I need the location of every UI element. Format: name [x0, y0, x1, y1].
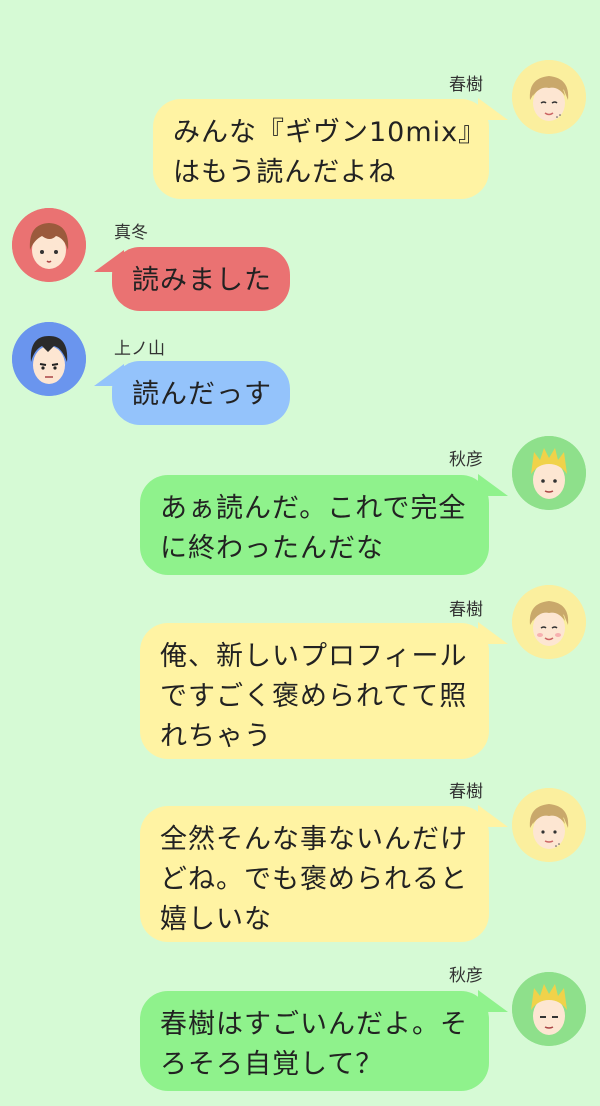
haruki-avatar[interactable]	[512, 585, 586, 659]
message-bubble: 全然そんな事ないんだけ どね。でも褒められると 嬉しいな	[140, 806, 489, 942]
akihiko-avatar[interactable]	[512, 972, 586, 1046]
sender-name: 春樹	[449, 75, 483, 95]
sender-name: 春樹	[449, 600, 483, 620]
message-bubble: 春樹はすごいんだよ。そ ろそろ自覚して？	[140, 991, 489, 1091]
haruki-avatar[interactable]	[512, 60, 586, 134]
sender-name: 秋彦	[449, 966, 483, 986]
akihiko-face-icon	[512, 436, 586, 510]
haruki-face-icon	[512, 788, 586, 862]
mafuyu-avatar[interactable]	[12, 208, 86, 282]
message-bubble: 読みました	[112, 247, 290, 311]
chat-thread: 春樹 みんな『ギヴン10mix』 はもう読んだよね 真冬 読みました 上ノ山 読…	[0, 0, 600, 1106]
sender-name: 上ノ山	[114, 339, 165, 359]
uenoyama-face-icon	[12, 322, 86, 396]
message-bubble: あぁ読んだ。これで完全 に終わったんだな	[140, 475, 489, 575]
sender-name: 真冬	[114, 223, 148, 243]
sender-name: 秋彦	[449, 450, 483, 470]
haruki-avatar[interactable]	[512, 788, 586, 862]
akihiko-avatar[interactable]	[512, 436, 586, 510]
akihiko-face-icon	[512, 972, 586, 1046]
message-bubble: みんな『ギヴン10mix』 はもう読んだよね	[153, 99, 489, 199]
haruki-face-icon	[512, 60, 586, 134]
message-bubble: 読んだっす	[112, 361, 290, 425]
uenoyama-avatar[interactable]	[12, 322, 86, 396]
sender-name: 春樹	[449, 782, 483, 802]
message-bubble: 俺、新しいプロフィール ですごく褒められてて照 れちゃう	[140, 623, 489, 759]
haruki-face-icon	[512, 585, 586, 659]
mafuyu-face-icon	[12, 208, 86, 282]
